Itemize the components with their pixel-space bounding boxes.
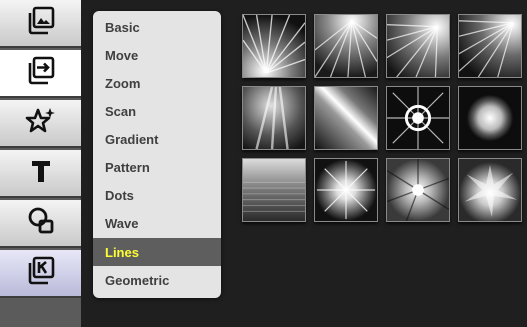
diagonal-glow-thumbnail[interactable]	[314, 86, 378, 150]
glowing-sphere-thumbnail[interactable]	[458, 86, 522, 150]
starburst-thumbnail[interactable]	[314, 158, 378, 222]
shapes-icon	[24, 204, 58, 243]
menu-item-lines[interactable]: Lines	[93, 238, 221, 266]
menu-item-move[interactable]: Move	[93, 41, 221, 69]
spiky-explosion-thumbnail[interactable]	[458, 158, 522, 222]
menu-item-scan[interactable]: Scan	[93, 97, 221, 125]
text-tool-icon	[24, 154, 58, 193]
menu-item-pattern[interactable]: Pattern	[93, 153, 221, 181]
image-layers-icon	[24, 4, 58, 43]
k-layers-icon	[24, 254, 58, 293]
tool-import[interactable]	[0, 50, 81, 98]
category-menu: Basic Move Zoom Scan Gradient Pattern Do…	[93, 11, 221, 298]
menu-item-basic[interactable]: Basic	[93, 13, 221, 41]
rays-top-thumbnail[interactable]	[314, 14, 378, 78]
menu-item-geometric[interactable]: Geometric	[93, 266, 221, 294]
horizontal-lines-thumbnail[interactable]	[242, 158, 306, 222]
menu-item-zoom[interactable]: Zoom	[93, 69, 221, 97]
rays-topright-thumbnail[interactable]	[458, 14, 522, 78]
tool-k-layers[interactable]	[0, 250, 81, 298]
menu-item-gradient[interactable]: Gradient	[93, 125, 221, 153]
sparkle-star-icon	[24, 104, 58, 143]
menu-item-dots[interactable]: Dots	[93, 181, 221, 209]
tool-rail	[0, 0, 81, 327]
effects-app: Basic Move Zoom Scan Gradient Pattern Do…	[0, 0, 527, 327]
tool-text[interactable]	[0, 150, 81, 198]
rays-diagonal-thumbnail[interactable]	[386, 14, 450, 78]
tool-images[interactable]	[0, 0, 81, 48]
menu-item-wave[interactable]: Wave	[93, 209, 221, 237]
rays-corner-thumbnail[interactable]	[242, 14, 306, 78]
tool-shapes[interactable]	[0, 200, 81, 248]
import-arrow-icon	[24, 54, 58, 93]
light-beams-thumbnail[interactable]	[242, 86, 306, 150]
burst-ring-thumbnail[interactable]	[386, 86, 450, 150]
tool-effects[interactable]	[0, 100, 81, 148]
radial-spikes-thumbnail[interactable]	[386, 158, 450, 222]
